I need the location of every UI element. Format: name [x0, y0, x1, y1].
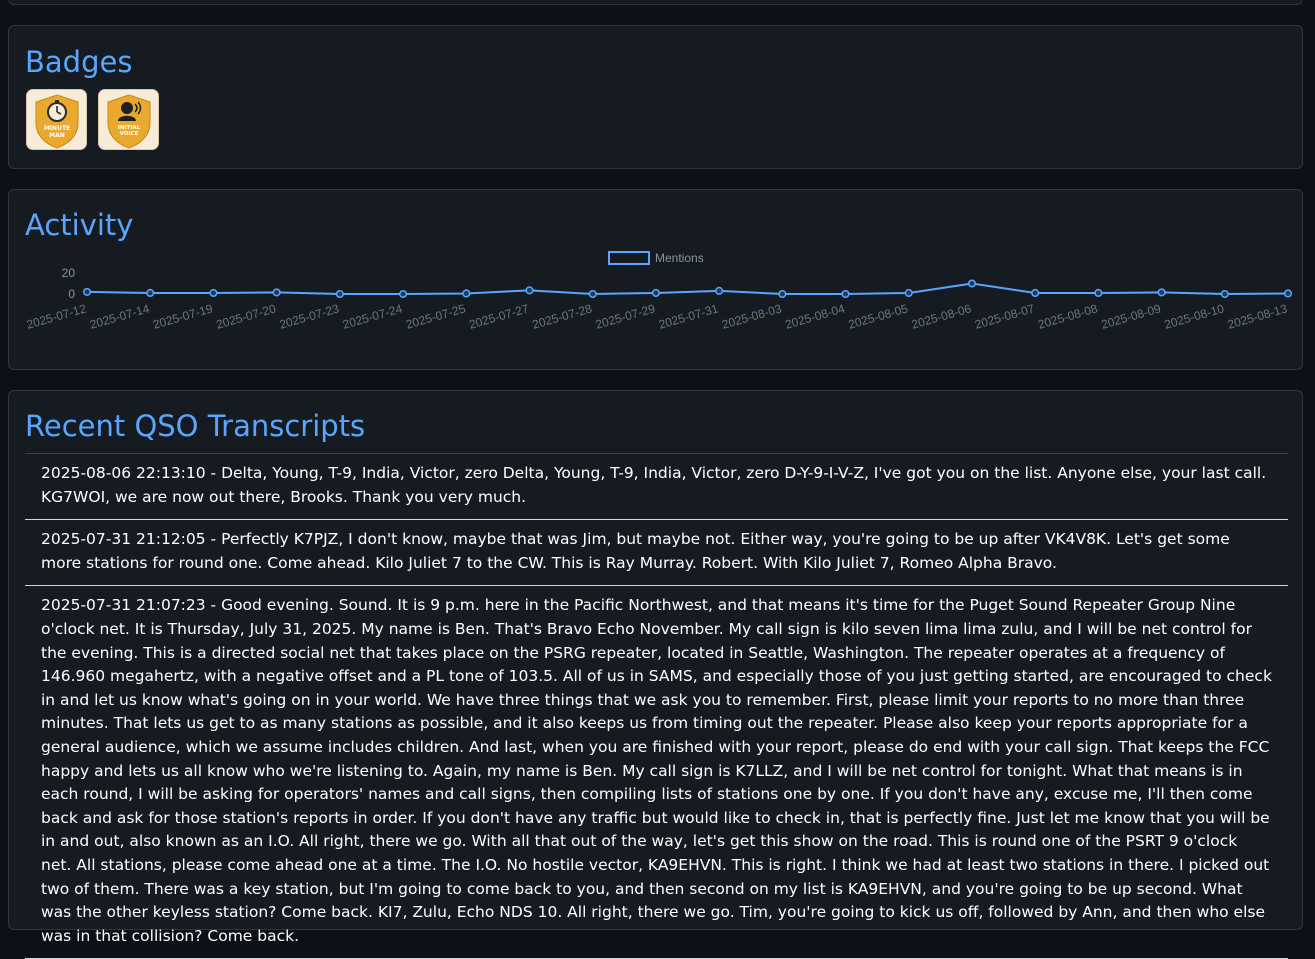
y-tick-label: 20: [62, 266, 76, 280]
legend-label: Mentions: [655, 251, 704, 265]
stopwatch-badge-icon: MINUTE MAN: [35, 94, 79, 149]
qso-list: 2025-08-06 22:13:10 - Delta, Young, T-9,…: [25, 453, 1288, 959]
data-point: [1220, 289, 1229, 299]
x-tick-label: 2025-08-10: [1163, 301, 1226, 331]
data-point: [778, 289, 787, 299]
x-tick-label: 2025-07-25: [404, 301, 467, 331]
data-point: [462, 289, 471, 298]
data-point: [1283, 289, 1293, 298]
activity-title: Activity: [25, 208, 134, 242]
data-point: [272, 288, 281, 297]
qso-transcript-item: 2025-07-31 21:07:23 - Good evening. Soun…: [25, 586, 1288, 959]
data-point: [904, 288, 913, 298]
qso-transcript-item: 2025-07-31 21:12:05 - Perfectly K7PJZ, I…: [25, 520, 1288, 587]
data-point: [1094, 288, 1103, 298]
badge-line2: MAN: [49, 132, 65, 139]
qso-transcript-item: 2025-08-06 22:13:10 - Delta, Young, T-9,…: [25, 454, 1288, 521]
legend-swatch: [608, 251, 650, 265]
data-point: [651, 288, 660, 298]
x-tick-label: 2025-07-29: [594, 301, 657, 331]
x-tick-label: 2025-07-24: [341, 301, 404, 331]
x-tick-label: 2025-08-03: [720, 301, 783, 331]
x-tick-label: 2025-08-07: [973, 301, 1036, 331]
mentions-line: [86, 282, 1289, 296]
badge-line2: VOICE: [120, 131, 139, 137]
data-point: [525, 286, 534, 295]
data-point: [1157, 288, 1166, 297]
badges-title: Badges: [25, 45, 133, 79]
x-tick-label: 2025-07-20: [215, 301, 278, 331]
x-tick-label: 2025-08-08: [1036, 301, 1099, 331]
data-point: [399, 289, 408, 299]
data-point: [588, 289, 597, 299]
x-tick-label: 2025-08-04: [783, 301, 846, 331]
data-point: [1031, 288, 1040, 298]
x-tick-label: 2025-08-13: [1226, 301, 1289, 331]
x-tick-label: 2025-07-27: [467, 301, 530, 331]
qso-title: Recent QSO Transcripts: [25, 409, 366, 443]
data-point: [715, 286, 724, 295]
x-tick-label: 2025-07-28: [531, 301, 594, 331]
x-tick-label: 2025-07-31: [657, 301, 720, 331]
x-tick-label: 2025-07-19: [151, 301, 214, 331]
data-point: [146, 288, 155, 298]
data-point: [841, 289, 850, 299]
qso-section: Recent QSO Transcripts 2025-08-06 22:13:…: [8, 390, 1303, 959]
y-tick-label: 0: [68, 287, 75, 301]
badge-line1: MINUTE: [44, 125, 70, 132]
data-point: [209, 288, 218, 298]
x-tick-label: 2025-08-05: [847, 301, 910, 331]
previous-section-card: [8, 0, 1303, 5]
data-point: [967, 279, 976, 288]
activity-section: Activity Mentions 20 0 2025-07-12 2025-07-14…: [8, 189, 1303, 370]
speaker-badge-icon: INITIAL VOICE: [107, 94, 151, 149]
x-tick-label: 2025-07-14: [88, 301, 151, 331]
x-tick-label: 2025-08-06: [910, 301, 973, 331]
x-tick-label: 2025-08-09: [1100, 301, 1163, 331]
badges-section: Badges MINUTE MAN INITIAL VOICE: [8, 25, 1303, 169]
x-tick-label: 2025-07-23: [278, 301, 341, 331]
initial-voice-badge[interactable]: INITIAL VOICE: [98, 89, 159, 150]
data-point: [82, 287, 92, 296]
data-point: [335, 289, 344, 299]
x-tick-label: 2025-07-12: [25, 301, 88, 331]
activity-chart: Mentions 20 02025-07-12 2025-07-14 2025-07-1…: [25, 251, 1293, 332]
minute-man-badge[interactable]: MINUTE MAN: [26, 89, 87, 150]
